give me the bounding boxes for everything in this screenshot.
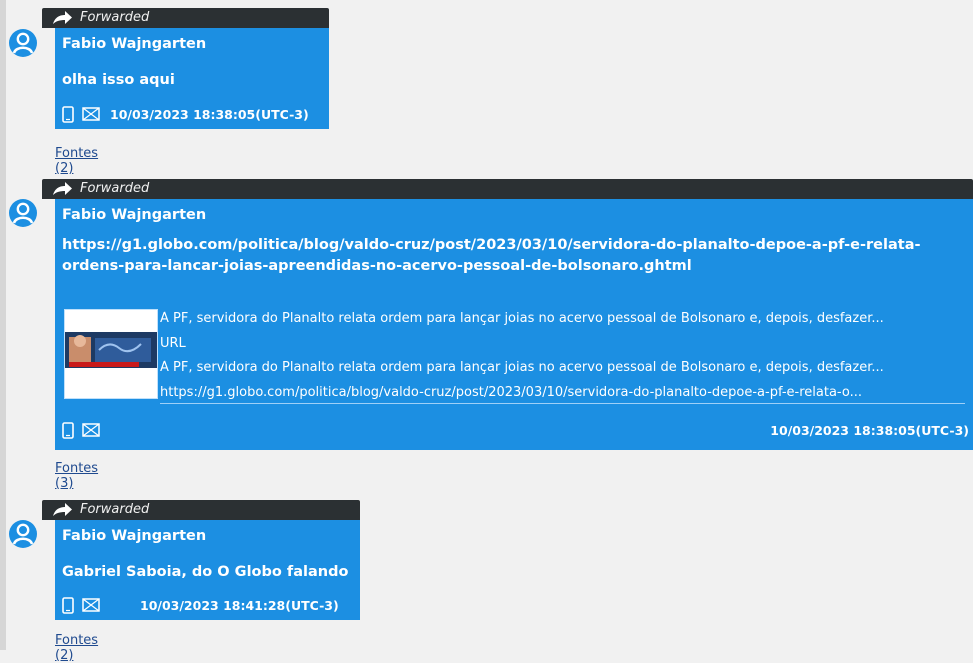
left-rail: [0, 0, 6, 650]
timestamp: 10/03/2023 18:38:05(UTC-3): [770, 423, 969, 438]
message-meta: 10/03/2023 18:41:28(UTC-3): [62, 596, 339, 614]
preview-link[interactable]: https://g1.globo.com/politica/blog/valdo…: [160, 385, 973, 400]
message-bubble: Fabio Wajngarten Gabriel Saboia, do O Gl…: [55, 520, 360, 620]
mail-icon: [82, 107, 100, 121]
forwarded-label: Forwarded: [80, 181, 150, 196]
forward-arrow-icon: [53, 11, 72, 24]
sources-link[interactable]: Fontes (3): [55, 461, 98, 491]
message-bubble: Fabio Wajngarten olha isso aqui 10/03/20…: [55, 28, 329, 129]
preview-type: URL: [160, 336, 186, 351]
forwarded-label: Forwarded: [80, 10, 150, 25]
preview-title: À PF, servidora do Planalto relata ordem…: [160, 311, 884, 326]
phone-icon: [62, 421, 74, 439]
forwarded-bar: Forwarded: [42, 179, 973, 199]
sources-link[interactable]: Fontes (2): [55, 633, 98, 663]
mail-icon: [82, 598, 100, 612]
forwarded-label: Forwarded: [80, 502, 150, 517]
sender-name: Fabio Wajngarten: [62, 528, 207, 544]
preview-divider: [160, 403, 965, 404]
message-meta: 10/03/2023 18:38:05(UTC-3): [62, 105, 309, 123]
avatar-icon: [9, 29, 37, 57]
sender-name: Fabio Wajngarten: [62, 207, 207, 223]
forward-arrow-icon: [53, 503, 72, 516]
message-text: olha isso aqui: [62, 72, 175, 88]
timestamp: 10/03/2023 18:38:05(UTC-3): [110, 106, 309, 122]
avatar-icon: [9, 520, 37, 548]
timestamp: 10/03/2023 18:41:28(UTC-3): [140, 597, 339, 613]
link-preview-thumbnail[interactable]: [64, 309, 158, 399]
phone-icon: [62, 596, 74, 614]
message-meta: [62, 421, 100, 439]
preview-description: À PF, servidora do Planalto relata ordem…: [160, 360, 884, 375]
forwarded-bar: Forwarded: [42, 500, 360, 520]
news-thumbnail-image: [65, 310, 157, 398]
avatar-icon: [9, 199, 37, 227]
message-url[interactable]: https://g1.globo.com/politica/blog/valdo…: [62, 235, 967, 277]
sources-link[interactable]: Fontes (2): [55, 146, 98, 176]
message-bubble: Fabio Wajngarten https://g1.globo.com/po…: [55, 199, 973, 450]
forward-arrow-icon: [53, 182, 72, 195]
sender-name: Fabio Wajngarten: [62, 36, 207, 52]
message-text: Gabriel Saboia, do O Globo falando: [62, 564, 349, 580]
forwarded-bar: Forwarded: [42, 8, 329, 28]
mail-icon: [82, 423, 100, 437]
phone-icon: [62, 105, 74, 123]
